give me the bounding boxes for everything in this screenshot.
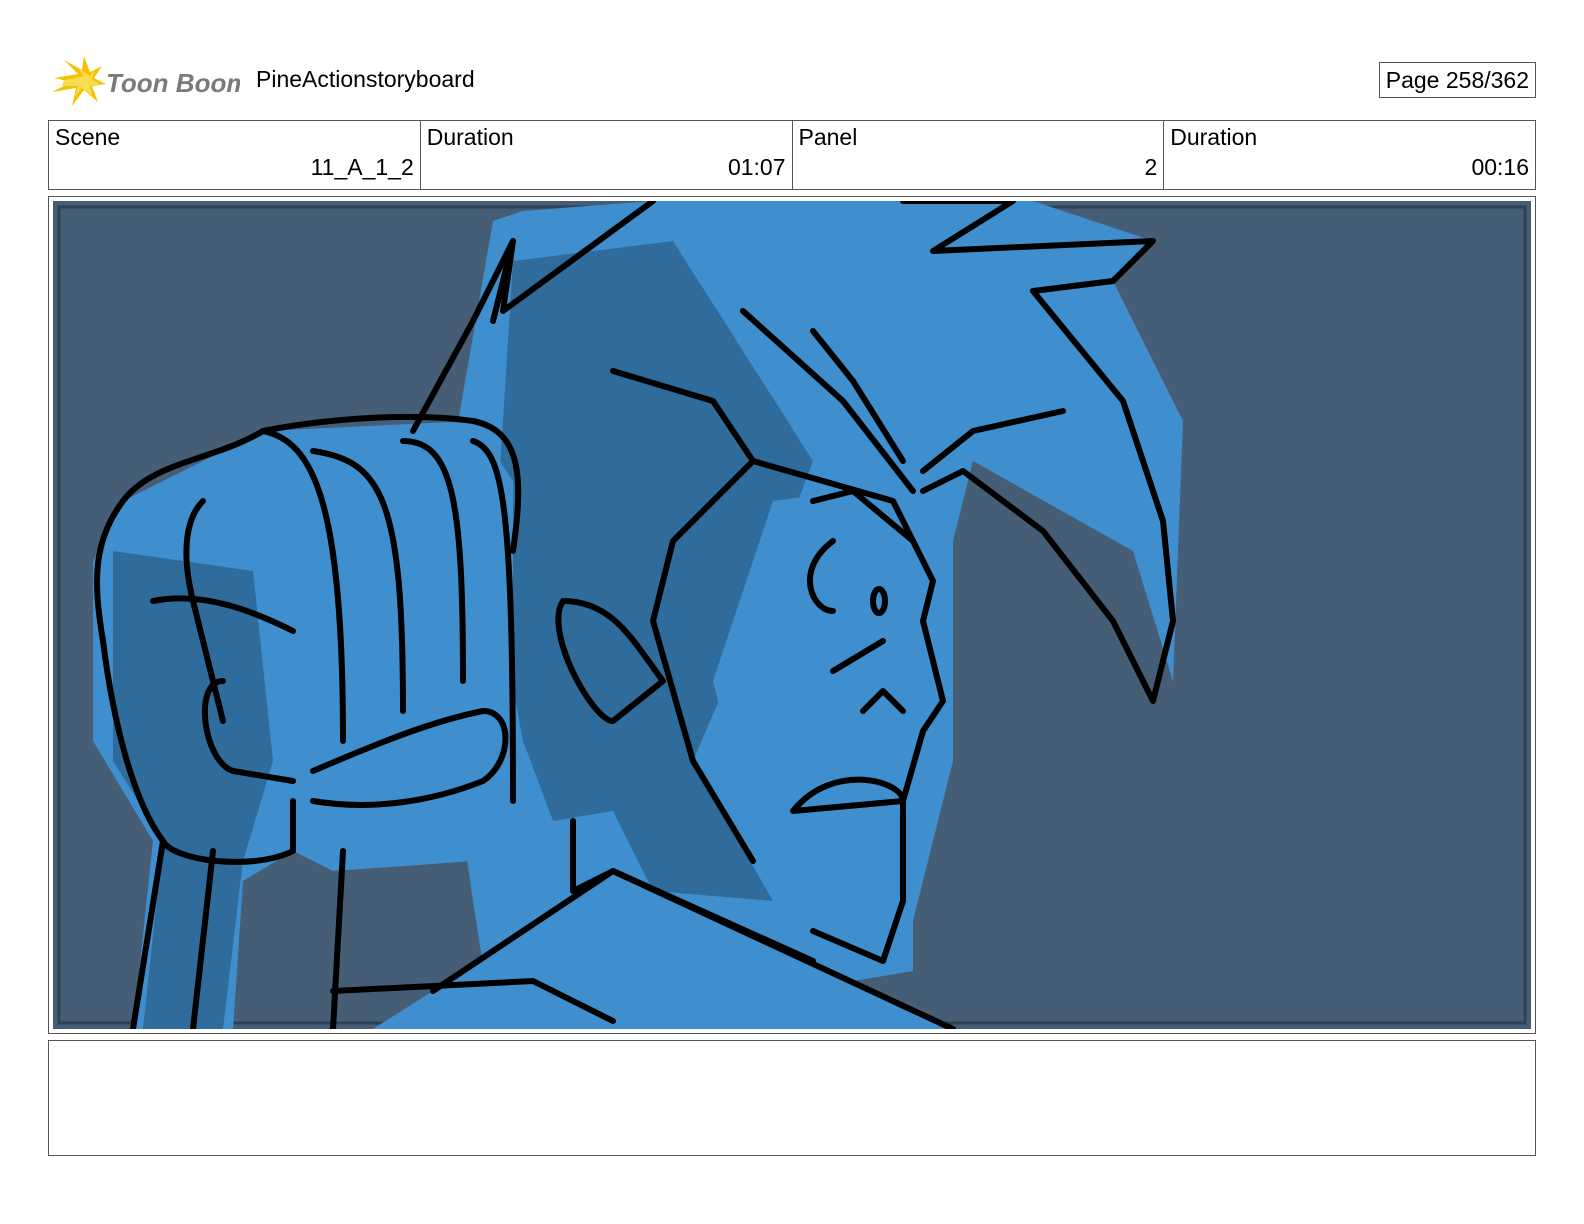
- scene-value: 11_A_1_2: [310, 154, 414, 180]
- page-number: Page 258/362: [1378, 62, 1536, 98]
- storyboard-panel-image: [53, 201, 1531, 1029]
- panel-label: Panel: [798, 124, 858, 150]
- notes-box: [48, 1040, 1536, 1156]
- scene-duration-cell: Duration 01:07: [421, 121, 793, 189]
- info-row: Scene 11_A_1_2 Duration 01:07 Panel 2 Du…: [48, 120, 1536, 190]
- project-title: PineActionstoryboard: [256, 66, 475, 92]
- page-header: Toon Boom PineActionstoryboard Page 258/…: [48, 52, 1536, 108]
- scene-duration-label: Duration: [426, 124, 514, 150]
- scene-cell: Scene 11_A_1_2: [49, 121, 421, 189]
- panel-value: 2: [1144, 154, 1158, 180]
- starburst-icon: [52, 56, 106, 106]
- toon-boom-logo: Toon Boom: [52, 56, 240, 106]
- panel-frame: [48, 196, 1536, 1034]
- panel-duration-value: 00:16: [1471, 154, 1529, 180]
- scene-duration-value: 01:07: [727, 154, 786, 180]
- panel-duration-label: Duration: [1170, 124, 1258, 150]
- panel-cell: Panel 2: [793, 121, 1165, 189]
- panel-duration-cell: Duration 00:16: [1164, 121, 1535, 189]
- scene-label: Scene: [55, 124, 121, 150]
- logo-wordmark: Toon Boom: [106, 68, 240, 98]
